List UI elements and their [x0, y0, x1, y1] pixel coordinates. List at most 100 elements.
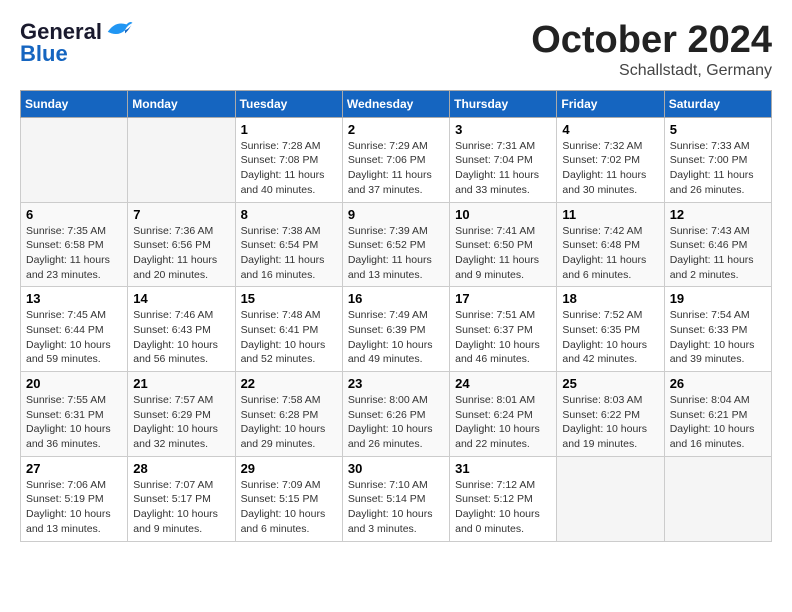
day-number: 19	[670, 291, 766, 306]
week-row-1: 1 Sunrise: 7:28 AM Sunset: 7:08 PM Daylig…	[21, 117, 772, 202]
day-number: 31	[455, 461, 551, 476]
header-cell-friday: Friday	[557, 90, 664, 117]
day-cell: 3 Sunrise: 7:31 AM Sunset: 7:04 PM Daylig…	[450, 117, 557, 202]
day-info: Sunrise: 8:04 AM Sunset: 6:21 PM Dayligh…	[670, 393, 766, 452]
day-info: Sunrise: 7:12 AM Sunset: 5:12 PM Dayligh…	[455, 478, 551, 537]
title-block: October 2024 Schallstadt, Germany	[531, 20, 772, 80]
logo-bird-icon	[104, 15, 134, 45]
day-number: 10	[455, 207, 551, 222]
day-number: 12	[670, 207, 766, 222]
day-info: Sunrise: 7:45 AM Sunset: 6:44 PM Dayligh…	[26, 308, 122, 367]
header-row: SundayMondayTuesdayWednesdayThursdayFrid…	[21, 90, 772, 117]
week-row-3: 13 Sunrise: 7:45 AM Sunset: 6:44 PM Dayli…	[21, 287, 772, 372]
week-row-5: 27 Sunrise: 7:06 AM Sunset: 5:19 PM Dayli…	[21, 456, 772, 541]
day-cell: 20 Sunrise: 7:55 AM Sunset: 6:31 PM Dayli…	[21, 372, 128, 457]
page-header: General Blue October 2024 Schallstadt, G…	[20, 20, 772, 80]
day-info: Sunrise: 7:31 AM Sunset: 7:04 PM Dayligh…	[455, 139, 551, 198]
day-cell: 22Sunrise: 7:58 AM Sunset: 6:28 PM Dayli…	[235, 372, 342, 457]
day-number: 30	[348, 461, 444, 476]
day-cell: 14 Sunrise: 7:46 AM Sunset: 6:43 PM Dayli…	[128, 287, 235, 372]
day-info: Sunrise: 7:52 AM Sunset: 6:35 PM Dayligh…	[562, 308, 658, 367]
day-info: Sunrise: 7:36 AM Sunset: 6:56 PM Dayligh…	[133, 224, 229, 283]
day-cell: 15 Sunrise: 7:48 AM Sunset: 6:41 PM Dayli…	[235, 287, 342, 372]
logo: General Blue	[20, 20, 134, 67]
day-number: 6	[26, 207, 122, 222]
day-info: Sunrise: 7:41 AM Sunset: 6:50 PM Dayligh…	[455, 224, 551, 283]
day-number: 5	[670, 122, 766, 137]
day-number: 27	[26, 461, 122, 476]
day-number: 17	[455, 291, 551, 306]
day-cell: 16Sunrise: 7:49 AM Sunset: 6:39 PM Dayli…	[342, 287, 449, 372]
day-info: Sunrise: 7:42 AM Sunset: 6:48 PM Dayligh…	[562, 224, 658, 283]
day-number: 13	[26, 291, 122, 306]
day-info: Sunrise: 7:43 AM Sunset: 6:46 PM Dayligh…	[670, 224, 766, 283]
day-number: 28	[133, 461, 229, 476]
day-number: 1	[241, 122, 337, 137]
day-info: Sunrise: 7:49 AM Sunset: 6:39 PM Dayligh…	[348, 308, 444, 367]
day-number: 25	[562, 376, 658, 391]
day-cell: 23 Sunrise: 8:00 AM Sunset: 6:26 PM Dayli…	[342, 372, 449, 457]
day-cell: 8 Sunrise: 7:38 AM Sunset: 6:54 PM Daylig…	[235, 202, 342, 287]
day-info: Sunrise: 7:46 AM Sunset: 6:43 PM Dayligh…	[133, 308, 229, 367]
day-number: 23	[348, 376, 444, 391]
day-info: Sunrise: 8:03 AM Sunset: 6:22 PM Dayligh…	[562, 393, 658, 452]
day-info: Sunrise: 7:39 AM Sunset: 6:52 PM Dayligh…	[348, 224, 444, 283]
header-cell-sunday: Sunday	[21, 90, 128, 117]
day-cell: 6Sunrise: 7:35 AM Sunset: 6:58 PM Daylig…	[21, 202, 128, 287]
day-number: 15	[241, 291, 337, 306]
day-cell: 29Sunrise: 7:09 AM Sunset: 5:15 PM Dayli…	[235, 456, 342, 541]
day-cell: 17 Sunrise: 7:51 AM Sunset: 6:37 PM Dayli…	[450, 287, 557, 372]
day-number: 2	[348, 122, 444, 137]
day-cell: 31 Sunrise: 7:12 AM Sunset: 5:12 PM Dayli…	[450, 456, 557, 541]
day-info: Sunrise: 7:58 AM Sunset: 6:28 PM Dayligh…	[241, 393, 337, 452]
day-number: 9	[348, 207, 444, 222]
day-info: Sunrise: 7:29 AM Sunset: 7:06 PM Dayligh…	[348, 139, 444, 198]
day-cell: 21 Sunrise: 7:57 AM Sunset: 6:29 PM Dayli…	[128, 372, 235, 457]
day-cell: 12 Sunrise: 7:43 AM Sunset: 6:46 PM Dayli…	[664, 202, 771, 287]
day-info: Sunrise: 7:55 AM Sunset: 6:31 PM Dayligh…	[26, 393, 122, 452]
day-info: Sunrise: 7:57 AM Sunset: 6:29 PM Dayligh…	[133, 393, 229, 452]
header-cell-tuesday: Tuesday	[235, 90, 342, 117]
calendar-table: SundayMondayTuesdayWednesdayThursdayFrid…	[20, 90, 772, 542]
day-info: Sunrise: 8:00 AM Sunset: 6:26 PM Dayligh…	[348, 393, 444, 452]
day-number: 29	[241, 461, 337, 476]
day-cell	[128, 117, 235, 202]
day-cell	[557, 456, 664, 541]
day-cell: 11 Sunrise: 7:42 AM Sunset: 6:48 PM Dayli…	[557, 202, 664, 287]
day-cell: 30 Sunrise: 7:10 AM Sunset: 5:14 PM Dayli…	[342, 456, 449, 541]
day-number: 3	[455, 122, 551, 137]
day-number: 4	[562, 122, 658, 137]
day-cell: 25 Sunrise: 8:03 AM Sunset: 6:22 PM Dayli…	[557, 372, 664, 457]
week-row-4: 20 Sunrise: 7:55 AM Sunset: 6:31 PM Dayli…	[21, 372, 772, 457]
day-number: 20	[26, 376, 122, 391]
day-info: Sunrise: 7:38 AM Sunset: 6:54 PM Dayligh…	[241, 224, 337, 283]
day-cell: 26Sunrise: 8:04 AM Sunset: 6:21 PM Dayli…	[664, 372, 771, 457]
day-info: Sunrise: 7:28 AM Sunset: 7:08 PM Dayligh…	[241, 139, 337, 198]
day-cell: 28Sunrise: 7:07 AM Sunset: 5:17 PM Dayli…	[128, 456, 235, 541]
day-info: Sunrise: 7:32 AM Sunset: 7:02 PM Dayligh…	[562, 139, 658, 198]
day-number: 14	[133, 291, 229, 306]
day-number: 18	[562, 291, 658, 306]
day-cell: 5Sunrise: 7:33 AM Sunset: 7:00 PM Daylig…	[664, 117, 771, 202]
day-cell: 10 Sunrise: 7:41 AM Sunset: 6:50 PM Dayli…	[450, 202, 557, 287]
day-info: Sunrise: 7:51 AM Sunset: 6:37 PM Dayligh…	[455, 308, 551, 367]
day-number: 21	[133, 376, 229, 391]
day-cell: 2 Sunrise: 7:29 AM Sunset: 7:06 PM Daylig…	[342, 117, 449, 202]
day-cell: 13 Sunrise: 7:45 AM Sunset: 6:44 PM Dayli…	[21, 287, 128, 372]
day-info: Sunrise: 7:54 AM Sunset: 6:33 PM Dayligh…	[670, 308, 766, 367]
day-info: Sunrise: 7:10 AM Sunset: 5:14 PM Dayligh…	[348, 478, 444, 537]
day-cell: 4 Sunrise: 7:32 AM Sunset: 7:02 PM Daylig…	[557, 117, 664, 202]
day-cell: 1 Sunrise: 7:28 AM Sunset: 7:08 PM Daylig…	[235, 117, 342, 202]
day-cell: 27 Sunrise: 7:06 AM Sunset: 5:19 PM Dayli…	[21, 456, 128, 541]
day-cell	[21, 117, 128, 202]
day-info: Sunrise: 7:48 AM Sunset: 6:41 PM Dayligh…	[241, 308, 337, 367]
day-cell	[664, 456, 771, 541]
day-cell: 9 Sunrise: 7:39 AM Sunset: 6:52 PM Daylig…	[342, 202, 449, 287]
header-cell-monday: Monday	[128, 90, 235, 117]
day-info: Sunrise: 7:06 AM Sunset: 5:19 PM Dayligh…	[26, 478, 122, 537]
day-number: 11	[562, 207, 658, 222]
header-cell-thursday: Thursday	[450, 90, 557, 117]
day-cell: 18 Sunrise: 7:52 AM Sunset: 6:35 PM Dayli…	[557, 287, 664, 372]
day-number: 7	[133, 207, 229, 222]
day-number: 8	[241, 207, 337, 222]
